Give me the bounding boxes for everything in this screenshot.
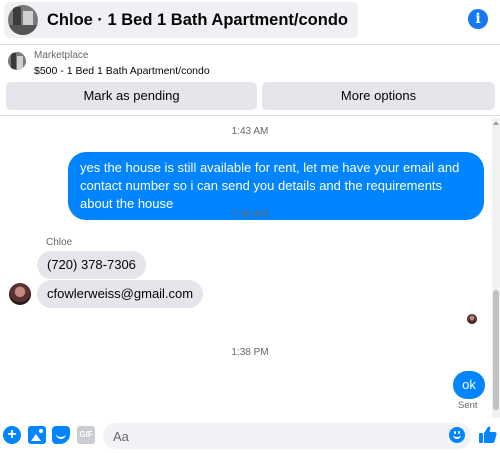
conversation-header: Chloe · 1 Bed 1 Bath Apartment/condo i: [0, 0, 500, 42]
marketplace-label: Marketplace: [34, 50, 89, 61]
plus-icon[interactable]: +: [3, 426, 21, 444]
avatar[interactable]: [9, 283, 31, 305]
outgoing-message[interactable]: ok: [453, 371, 485, 399]
message-composer: + GIF: [0, 420, 500, 453]
timestamp: 1:43 AM: [231, 126, 269, 137]
thumbs-up-icon[interactable]: [478, 425, 498, 445]
emoji-icon[interactable]: [449, 427, 465, 443]
listing-title[interactable]: $500 - 1 Bed 1 Bath Apartment/condo: [34, 65, 210, 77]
timestamp: 1:38 PM: [231, 347, 269, 358]
marketplace-divider: [0, 115, 500, 116]
message-scrollbar[interactable]: [492, 118, 500, 418]
gif-icon[interactable]: GIF: [77, 426, 95, 444]
more-options-button[interactable]: More options: [262, 82, 495, 110]
listing-small-thumbnail: [8, 52, 26, 70]
image-icon[interactable]: [28, 426, 46, 444]
message-status: Sent: [458, 400, 478, 411]
conversation-title-button[interactable]: Chloe · 1 Bed 1 Bath Apartment/condo: [4, 2, 358, 38]
mark-as-pending-button[interactable]: Mark as pending: [6, 82, 257, 110]
read-receipt-avatar: [467, 314, 477, 324]
incoming-message[interactable]: cfowlerweiss@gmail.com: [37, 280, 204, 308]
sender-name: Chloe: [46, 237, 73, 248]
incoming-message[interactable]: (720) 378-7306: [37, 251, 146, 279]
conversation-title: Chloe · 1 Bed 1 Bath Apartment/condo: [47, 10, 348, 29]
scroll-up-arrow-icon[interactable]: [493, 121, 499, 125]
timestamp: 7:36 AM: [231, 209, 269, 220]
sticker-icon[interactable]: [52, 426, 70, 444]
header-divider: [0, 44, 500, 45]
message-input[interactable]: [103, 423, 471, 449]
listing-thumbnail: [8, 5, 38, 35]
info-icon[interactable]: i: [468, 9, 488, 29]
